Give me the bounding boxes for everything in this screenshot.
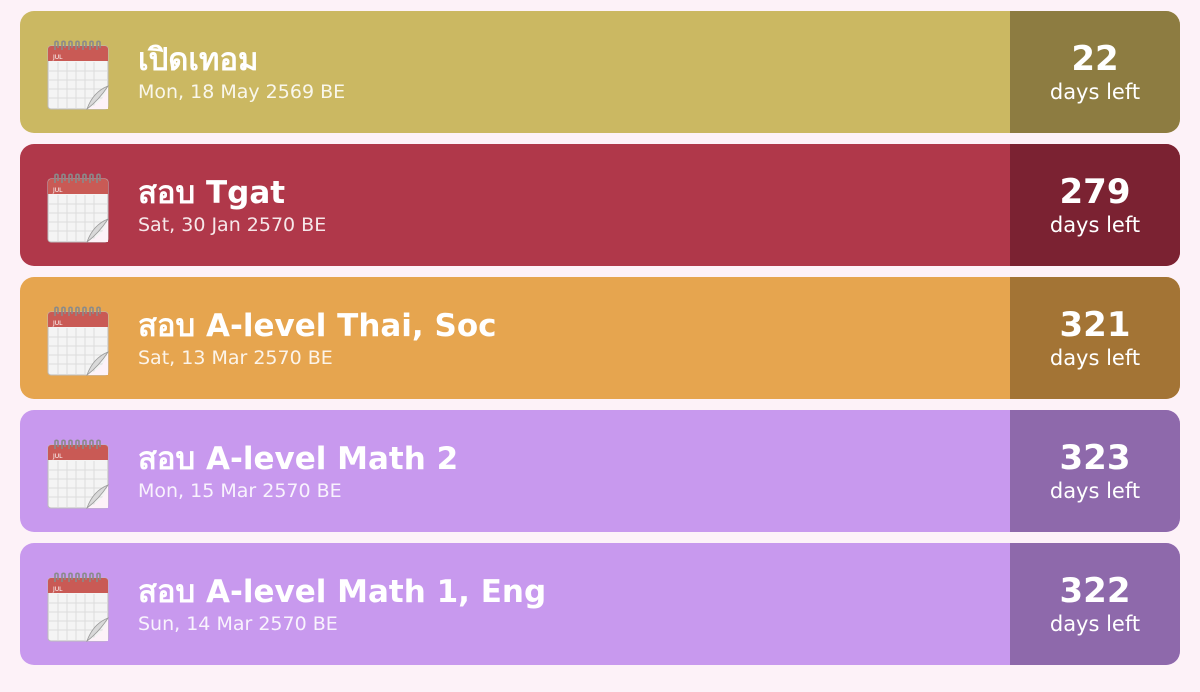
countdown-card[interactable]: JUL [20,144,1180,266]
days-left-panel: 22 days left [1010,11,1180,133]
svg-text:JUL: JUL [52,320,63,327]
countdown-card[interactable]: JUL [20,410,1180,532]
event-date: Sun, 14 Mar 2570 BE [138,613,338,635]
card-main: JUL [20,277,1010,399]
event-text: สอบ A-level Math 2 Mon, 15 Mar 2570 BE [138,440,458,504]
countdown-card[interactable]: JUL [20,11,1180,133]
days-left-panel: 279 days left [1010,144,1180,266]
event-text: สอบ A-level Math 1, Eng Sun, 14 Mar 2570… [138,573,546,637]
event-title: สอบ Tgat [138,175,286,211]
calendar-icon: JUL [47,439,109,509]
days-left-count: 321 [1059,305,1131,345]
event-title: สอบ A-level Math 2 [138,441,459,477]
days-left-label: days left [1049,479,1141,503]
event-date: Sat, 13 Mar 2570 BE [138,347,333,369]
days-left-panel: 321 days left [1010,277,1180,399]
event-date: Mon, 15 Mar 2570 BE [138,480,342,502]
event-title: เปิดเทอม [138,42,259,78]
days-left-label: days left [1049,612,1141,636]
days-left-count: 22 [1071,39,1119,79]
countdown-list: JUL เปิดเทอม Mon, 18 May 2569 BE 22 days… [20,11,1180,676]
event-date: Mon, 18 May 2569 BE [138,81,346,103]
days-left-count: 322 [1059,571,1131,611]
days-left-label: days left [1049,213,1141,237]
svg-text:JUL: JUL [52,453,63,460]
days-left-panel: 323 days left [1010,410,1180,532]
svg-text:JUL: JUL [52,187,63,194]
calendar-icon: JUL [47,173,109,243]
event-title: สอบ A-level Math 1, Eng [138,574,547,610]
countdown-card[interactable]: JUL [20,277,1180,399]
countdown-card[interactable]: JUL [20,543,1180,665]
event-text: สอบ Tgat Sat, 30 Jan 2570 BE [138,174,326,238]
card-main: JUL [20,410,1010,532]
card-main: JUL [20,543,1010,665]
svg-text:JUL: JUL [52,54,63,61]
event-text: เปิดเทอม Mon, 18 May 2569 BE [138,41,345,105]
event-title: สอบ A-level Thai, Soc [138,308,497,344]
calendar-icon: JUL [47,572,109,642]
event-text: สอบ A-level Thai, Soc Sat, 13 Mar 2570 B… [138,307,497,371]
days-left-label: days left [1049,346,1141,370]
days-left-count: 279 [1059,172,1131,212]
card-main: JUL [20,144,1010,266]
card-main: JUL [20,11,1010,133]
svg-text:JUL: JUL [52,586,63,593]
days-left-count: 323 [1059,438,1131,478]
calendar-icon: JUL [47,306,109,376]
calendar-icon: JUL [47,40,109,110]
days-left-panel: 322 days left [1010,543,1180,665]
event-date: Sat, 30 Jan 2570 BE [138,214,327,236]
days-left-label: days left [1049,80,1141,104]
